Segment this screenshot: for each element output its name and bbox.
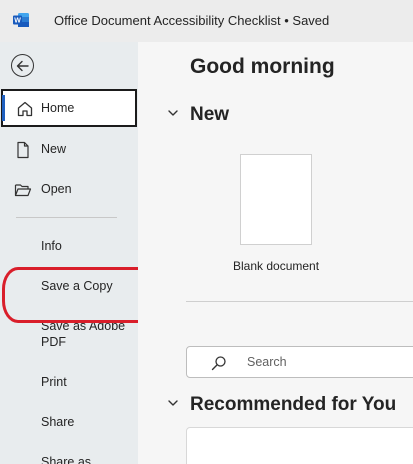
document-title: Office Document Accessibility Checklist … [54, 13, 330, 28]
recommended-card[interactable] [186, 427, 413, 464]
chevron-down-icon[interactable] [167, 107, 179, 119]
back-button[interactable] [11, 54, 34, 77]
search-icon [211, 356, 226, 371]
chevron-down-icon[interactable] [167, 397, 179, 409]
backstage-sidebar: Home New Open Info Save a Copy Save as A… [0, 42, 138, 464]
sidebar-item-label: Open [41, 182, 72, 196]
blank-document-thumbnail[interactable] [240, 154, 312, 245]
svg-text:W: W [14, 18, 21, 25]
new-section-title: New [190, 104, 230, 125]
sidebar-item-print[interactable]: Print [41, 374, 67, 390]
sidebar-item-label: Home [41, 101, 75, 115]
highlight-annotation [2, 267, 155, 323]
back-arrow-icon [16, 60, 29, 71]
sidebar-item-home[interactable]: Home [1, 89, 137, 127]
backstage-main: Good morning New Blank document Search R… [138, 42, 413, 464]
sidebar-item-new[interactable]: New [0, 130, 138, 168]
sidebar-item-open[interactable]: Open [0, 170, 138, 208]
folder-open-icon [14, 184, 32, 197]
search-placeholder: Search [247, 355, 287, 369]
home-icon [17, 101, 33, 117]
search-input[interactable]: Search [186, 346, 413, 378]
blank-document-label[interactable]: Blank document [233, 259, 319, 273]
new-document-icon [17, 141, 29, 159]
section-divider [186, 301, 413, 302]
title-bar: W Office Document Accessibility Checklis… [0, 0, 413, 42]
sidebar-item-label: New [41, 142, 67, 156]
sidebar-divider [16, 217, 117, 218]
sidebar-item-share-as[interactable]: Share as [41, 454, 91, 464]
sidebar-item-share[interactable]: Share [41, 414, 74, 430]
word-icon: W [13, 13, 29, 27]
recommended-section-title: Recommended for You [190, 394, 397, 415]
sidebar-item-info[interactable]: Info [41, 238, 62, 254]
greeting-heading: Good morning [190, 55, 335, 78]
